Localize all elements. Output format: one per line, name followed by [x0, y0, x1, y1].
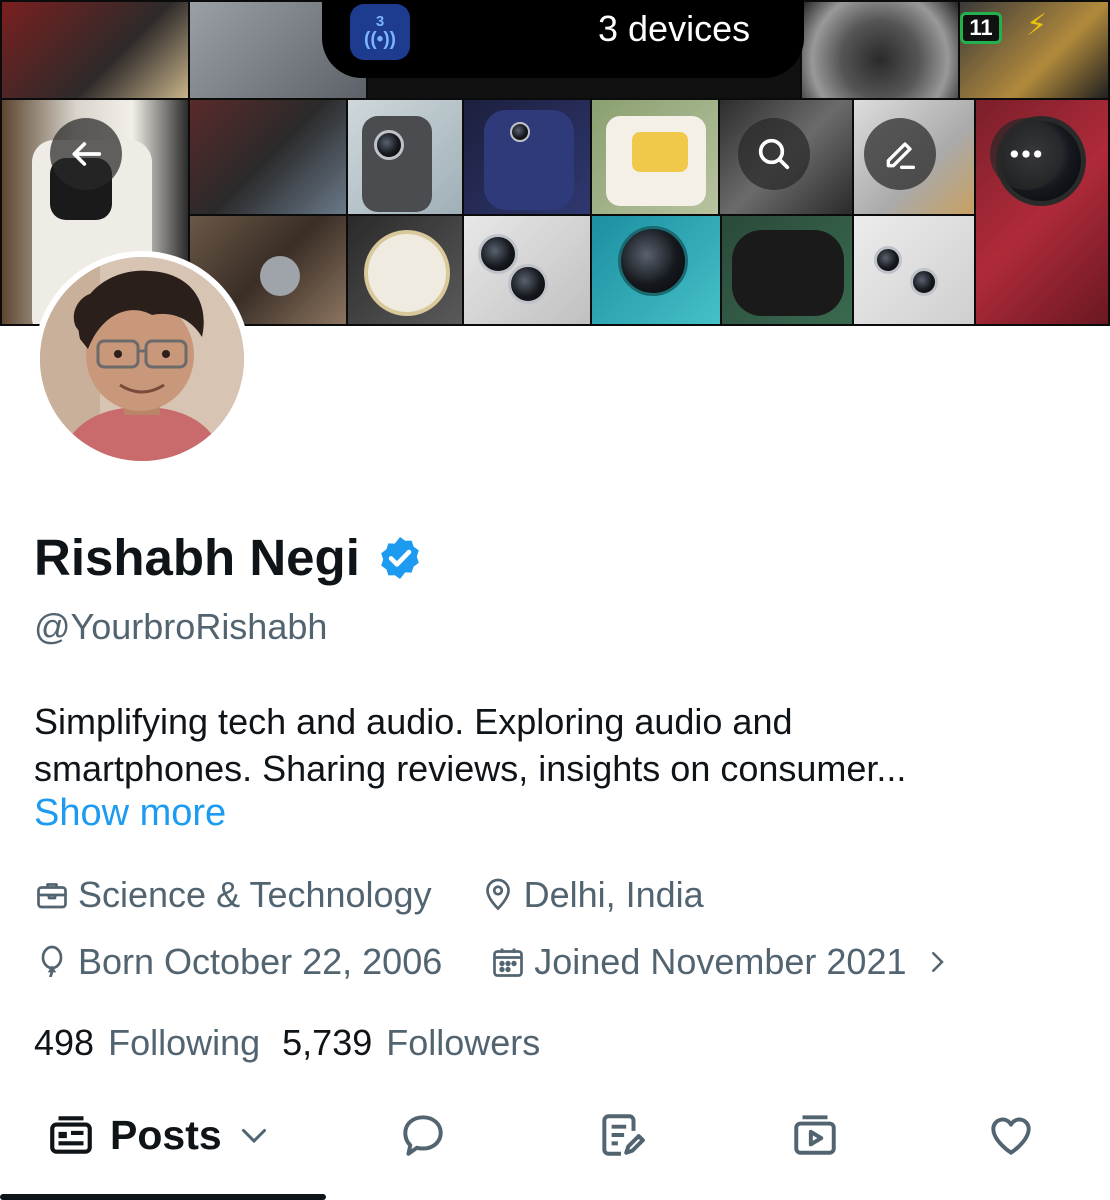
battery-indicator: 11 [960, 12, 1002, 44]
followers-link[interactable]: 5,739 Followers [282, 1022, 540, 1064]
balloon-icon [41, 945, 63, 978]
edit-button[interactable] [864, 118, 936, 190]
banner-tile [346, 214, 464, 326]
banner-tile [590, 214, 722, 326]
banner-tile [720, 214, 854, 326]
followers-label: Followers [386, 1022, 541, 1063]
category-text: Science & Technology [78, 874, 432, 915]
bio-line: Simplifying tech and audio. Exploring au… [34, 701, 793, 742]
article-edit-icon [602, 1114, 645, 1156]
birthday-item: Born October 22, 2006 [34, 941, 442, 983]
profile-name: Rishabh Negi [34, 529, 360, 586]
active-tab-indicator [0, 1194, 326, 1200]
bio-line: smartphones. Sharing reviews, insights o… [34, 748, 907, 789]
banner-tile [852, 214, 976, 326]
island-badge-number: 3 [375, 12, 385, 30]
search-button[interactable] [738, 118, 810, 190]
banner-tile [462, 98, 592, 216]
verified-badge-icon[interactable] [376, 534, 424, 582]
profile-name-row: Rishabh Negi [34, 528, 424, 587]
profile-bio: Simplifying tech and audio. Exploring au… [34, 698, 1084, 792]
reply-bubble-icon [403, 1115, 443, 1156]
profile-tab-bar: Posts [0, 1100, 1110, 1200]
tab-posts-label: Posts [110, 1111, 222, 1158]
joined-text: Joined November 2021 [534, 941, 907, 982]
followers-count: 5,739 [282, 1022, 373, 1063]
location-pin-icon [485, 878, 510, 911]
banner-tile [462, 214, 592, 326]
back-button[interactable] [50, 118, 122, 190]
search-icon [758, 138, 790, 170]
broadcast-icon: 3 ((•)) [350, 4, 410, 60]
profile-meta-row: Science & Technology Delhi, India [34, 874, 704, 916]
show-more-link[interactable]: Show more [34, 792, 226, 835]
profile-handle: @YourbroRishabh [34, 606, 328, 647]
avatar[interactable] [34, 251, 250, 467]
arrow-left-icon [72, 142, 102, 166]
heart-icon [991, 1117, 1031, 1155]
posts-icon [50, 1116, 92, 1154]
following-count: 498 [34, 1022, 95, 1063]
banner-tile [188, 98, 348, 216]
more-button[interactable] [990, 118, 1062, 190]
location-item: Delhi, India [480, 874, 704, 916]
avatar-image [40, 257, 244, 461]
chevron-down-icon [241, 1129, 266, 1144]
tab-replies[interactable] [398, 1110, 448, 1160]
media-play-icon [794, 1115, 836, 1155]
avatar-portrait [40, 257, 244, 461]
joined-item[interactable]: Joined November 2021 [490, 941, 952, 983]
category-item: Science & Technology [34, 874, 432, 916]
banner-tile [346, 98, 464, 216]
calendar-icon [493, 948, 524, 977]
tab-likes[interactable] [986, 1110, 1036, 1160]
briefcase-icon [37, 883, 67, 909]
profile-meta-row: Born October 22, 2006 Joined November 20… [34, 941, 952, 983]
follow-stats: 498 Following 5,739 Followers [34, 1022, 540, 1064]
banner-tile [800, 0, 960, 100]
banner-tile [590, 98, 720, 216]
more-icon [1010, 150, 1042, 158]
tab-articles[interactable] [596, 1110, 646, 1160]
following-label: Following [108, 1022, 261, 1063]
birthday-text: Born October 22, 2006 [78, 941, 443, 982]
following-link[interactable]: 498 Following [34, 1022, 260, 1064]
tab-posts[interactable]: Posts [46, 1110, 272, 1160]
tab-media[interactable] [790, 1110, 840, 1160]
island-devices-text: 3 devices [598, 8, 751, 49]
chevron-right-icon [932, 952, 945, 972]
lightning-icon: ⚡ [1026, 9, 1048, 42]
location-text: Delhi, India [523, 874, 704, 915]
edit-icon [886, 142, 915, 169]
banner-tile [0, 0, 190, 100]
